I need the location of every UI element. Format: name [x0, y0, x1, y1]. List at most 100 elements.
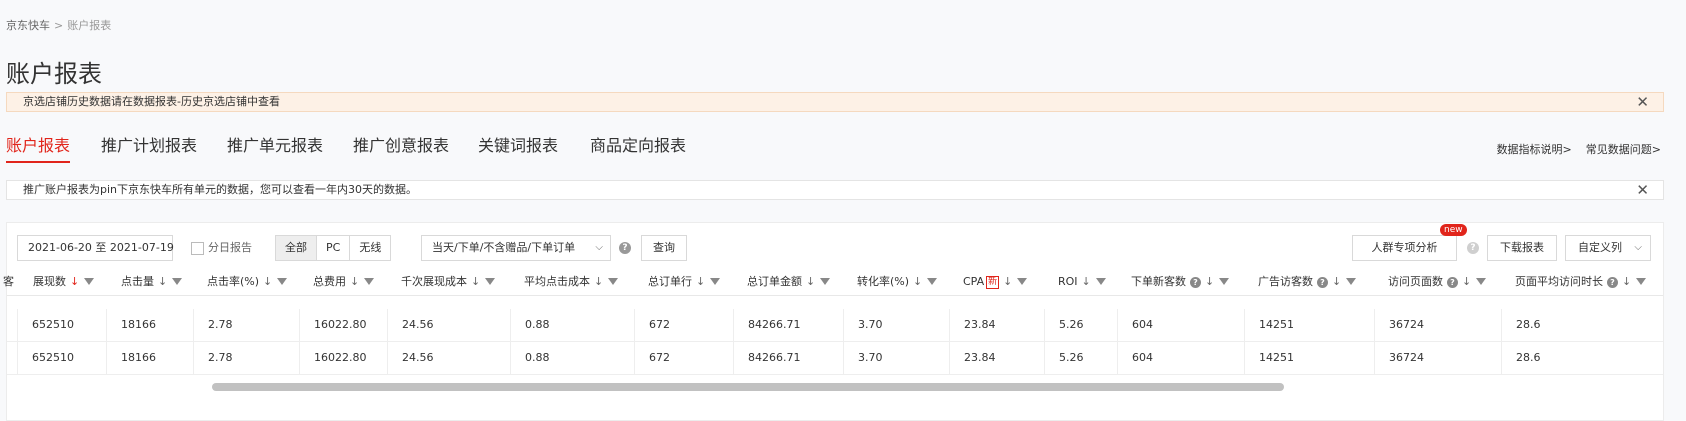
cell-cpa: 23.84 — [949, 309, 1044, 341]
filter-icon[interactable] — [364, 277, 375, 285]
sort-desc-icon[interactable]: ↓ — [1332, 275, 1341, 288]
column-header-avg-visit-duration[interactable]: 页面平均访问时长? ↓ — [1515, 269, 1647, 295]
filter-icon[interactable] — [277, 277, 288, 285]
metrics-help-link[interactable]: 数据指标说明> — [1497, 143, 1572, 156]
cell-order-lines: 672 — [634, 342, 733, 374]
filter-icon[interactable] — [485, 277, 496, 285]
sort-desc-icon[interactable]: ↓ — [471, 275, 480, 288]
cell-order-amount: 84266.71 — [733, 309, 843, 341]
cell-conversion-rate: 3.70 — [843, 309, 949, 341]
column-header-order-amount[interactable]: 总订单金额 ↓ — [747, 269, 831, 295]
sort-desc-icon[interactable]: ↓ — [158, 275, 167, 288]
help-icon[interactable]: ? — [1607, 276, 1618, 288]
sort-desc-icon[interactable]: ↓ — [1003, 275, 1012, 288]
sort-desc-icon[interactable]: ↓ — [350, 275, 359, 288]
column-header-ctr[interactable]: 点击率(%) ↓ — [207, 269, 288, 295]
tab-unit-report[interactable]: 推广单元报表 — [227, 132, 323, 156]
breadcrumb-separator: > — [54, 19, 64, 32]
help-icon[interactable]: ? — [1317, 276, 1328, 288]
column-header-roi[interactable]: ROI ↓ — [1058, 269, 1106, 295]
filter-icon[interactable] — [927, 277, 938, 285]
filter-icon[interactable] — [84, 277, 95, 285]
new-tag: 新 — [986, 275, 1000, 289]
sort-desc-icon[interactable]: ↓ — [1622, 275, 1631, 288]
device-option-mobile[interactable]: 无线 — [350, 236, 391, 260]
daily-report-checkbox[interactable]: 分日报告 — [191, 235, 252, 261]
horizontal-scrollbar[interactable] — [7, 382, 1663, 392]
cell-roi: 5.26 — [1044, 342, 1117, 374]
sort-desc-icon[interactable]: ↓ — [70, 275, 79, 288]
order-type-select[interactable]: 当天/下单/不含赠品/下单订单 ⌵ — [421, 235, 611, 261]
filter-icon[interactable] — [710, 277, 721, 285]
column-header-page-views[interactable]: 访问页面数? ↓ — [1388, 269, 1487, 295]
column-header-cpm[interactable]: 千次展现成本 ↓ — [401, 269, 496, 295]
column-header-total-cost[interactable]: 总费用 ↓ — [313, 269, 375, 295]
column-header-clicks[interactable]: 点击量 ↓ — [121, 269, 183, 295]
cell-order-amount: 84266.71 — [733, 342, 843, 374]
sort-desc-icon[interactable]: ↓ — [263, 275, 272, 288]
audience-analysis-button[interactable]: 人群专项分析 — [1352, 235, 1457, 261]
cell-page-views: 36724 — [1374, 342, 1501, 374]
checkbox-box[interactable] — [191, 241, 204, 255]
cell-order-lines: 672 — [634, 309, 733, 341]
sort-desc-icon[interactable]: ↓ — [913, 275, 922, 288]
filter-icon[interactable] — [608, 277, 619, 285]
filter-icon[interactable] — [1017, 277, 1028, 285]
breadcrumb-current: 账户报表 — [67, 19, 112, 32]
close-icon[interactable]: ✕ — [1636, 182, 1649, 198]
device-option-pc[interactable]: PC — [317, 236, 351, 260]
column-header-conversion-rate[interactable]: 转化率(%) ↓ — [857, 269, 938, 295]
column-header-cut-off: 客 — [3, 275, 14, 288]
tab-account-report[interactable]: 账户报表 — [6, 132, 71, 163]
tab-creative-report[interactable]: 推广创意报表 — [353, 132, 449, 156]
chevron-down-icon: ⌵ — [1634, 242, 1642, 253]
device-option-all[interactable]: 全部 — [276, 236, 317, 260]
filter-icon[interactable] — [1346, 277, 1357, 285]
column-header-cpa[interactable]: CPA 新 ↓ — [963, 269, 1028, 295]
close-icon[interactable]: ✕ — [1636, 94, 1649, 110]
sort-desc-icon[interactable]: ↓ — [1462, 275, 1471, 288]
sort-desc-icon[interactable]: ↓ — [806, 275, 815, 288]
sort-desc-icon[interactable]: ↓ — [594, 275, 603, 288]
column-header-ad-visitors[interactable]: 广告访客数? ↓ — [1258, 269, 1357, 295]
tab-keyword-report[interactable]: 关键词报表 — [478, 132, 558, 156]
filter-icon[interactable] — [820, 277, 831, 285]
sort-desc-icon[interactable]: ↓ — [1205, 275, 1214, 288]
filter-icon[interactable] — [1095, 277, 1106, 285]
sort-desc-icon[interactable]: ↓ — [1082, 275, 1091, 288]
table-header: 客 展现数 ↓ 点击量 ↓ 点击率(%) ↓ 总费用 ↓ 千次展现成本 ↓ 平均点击成本 ↓… — [3, 269, 1663, 296]
breadcrumb-root[interactable]: 京东快车 — [6, 19, 50, 32]
tab-product-targeting-report[interactable]: 商品定向报表 — [590, 132, 686, 156]
filter-icon[interactable] — [1636, 277, 1647, 285]
query-button[interactable]: 查询 — [641, 235, 687, 261]
column-header-impressions[interactable]: 展现数 ↓ — [33, 269, 95, 295]
help-icon[interactable]: ? — [1467, 242, 1479, 254]
filter-icon[interactable] — [1219, 277, 1230, 285]
download-report-button[interactable]: 下载报表 — [1487, 235, 1557, 261]
filter-icon[interactable] — [1476, 277, 1487, 285]
column-header-avg-cpc[interactable]: 平均点击成本 ↓ — [524, 269, 619, 295]
cell-clicks: 18166 — [106, 309, 193, 341]
date-range-picker[interactable]: 2021-06-20 至 2021-07-19 — [17, 235, 174, 261]
filter-icon[interactable] — [172, 277, 183, 285]
custom-columns-label: 自定义列 — [1578, 241, 1622, 254]
cell-impressions: 652510 — [17, 309, 106, 341]
cell-ad-visitors: 14251 — [1244, 309, 1374, 341]
column-header-new-customers[interactable]: 下单新客数? ↓ — [1131, 269, 1230, 295]
cell-cpm: 24.56 — [387, 342, 510, 374]
cell-cpm: 24.56 — [387, 309, 510, 341]
help-icon[interactable]: ? — [1190, 276, 1201, 288]
scrollbar-thumb[interactable] — [212, 383, 1284, 391]
tab-campaign-report[interactable]: 推广计划报表 — [101, 132, 197, 156]
new-badge: new — [1440, 224, 1467, 236]
custom-columns-button[interactable]: 自定义列 ⌵ — [1565, 235, 1651, 261]
help-icon[interactable]: ? — [619, 242, 631, 254]
faq-link[interactable]: 常见数据问题> — [1586, 143, 1661, 156]
cell-total-cost: 16022.80 — [299, 309, 387, 341]
sort-desc-icon[interactable]: ↓ — [696, 275, 705, 288]
column-header-order-lines[interactable]: 总订单行 ↓ — [648, 269, 721, 295]
device-segmented-control: 全部 PC 无线 — [275, 235, 392, 261]
help-icon[interactable]: ? — [1447, 276, 1458, 288]
info-text: 推广账户报表为pin下京东快车所有单元的数据，您可以查看一年内30天的数据。 — [23, 183, 418, 196]
chevron-down-icon: ⌵ — [595, 242, 603, 253]
